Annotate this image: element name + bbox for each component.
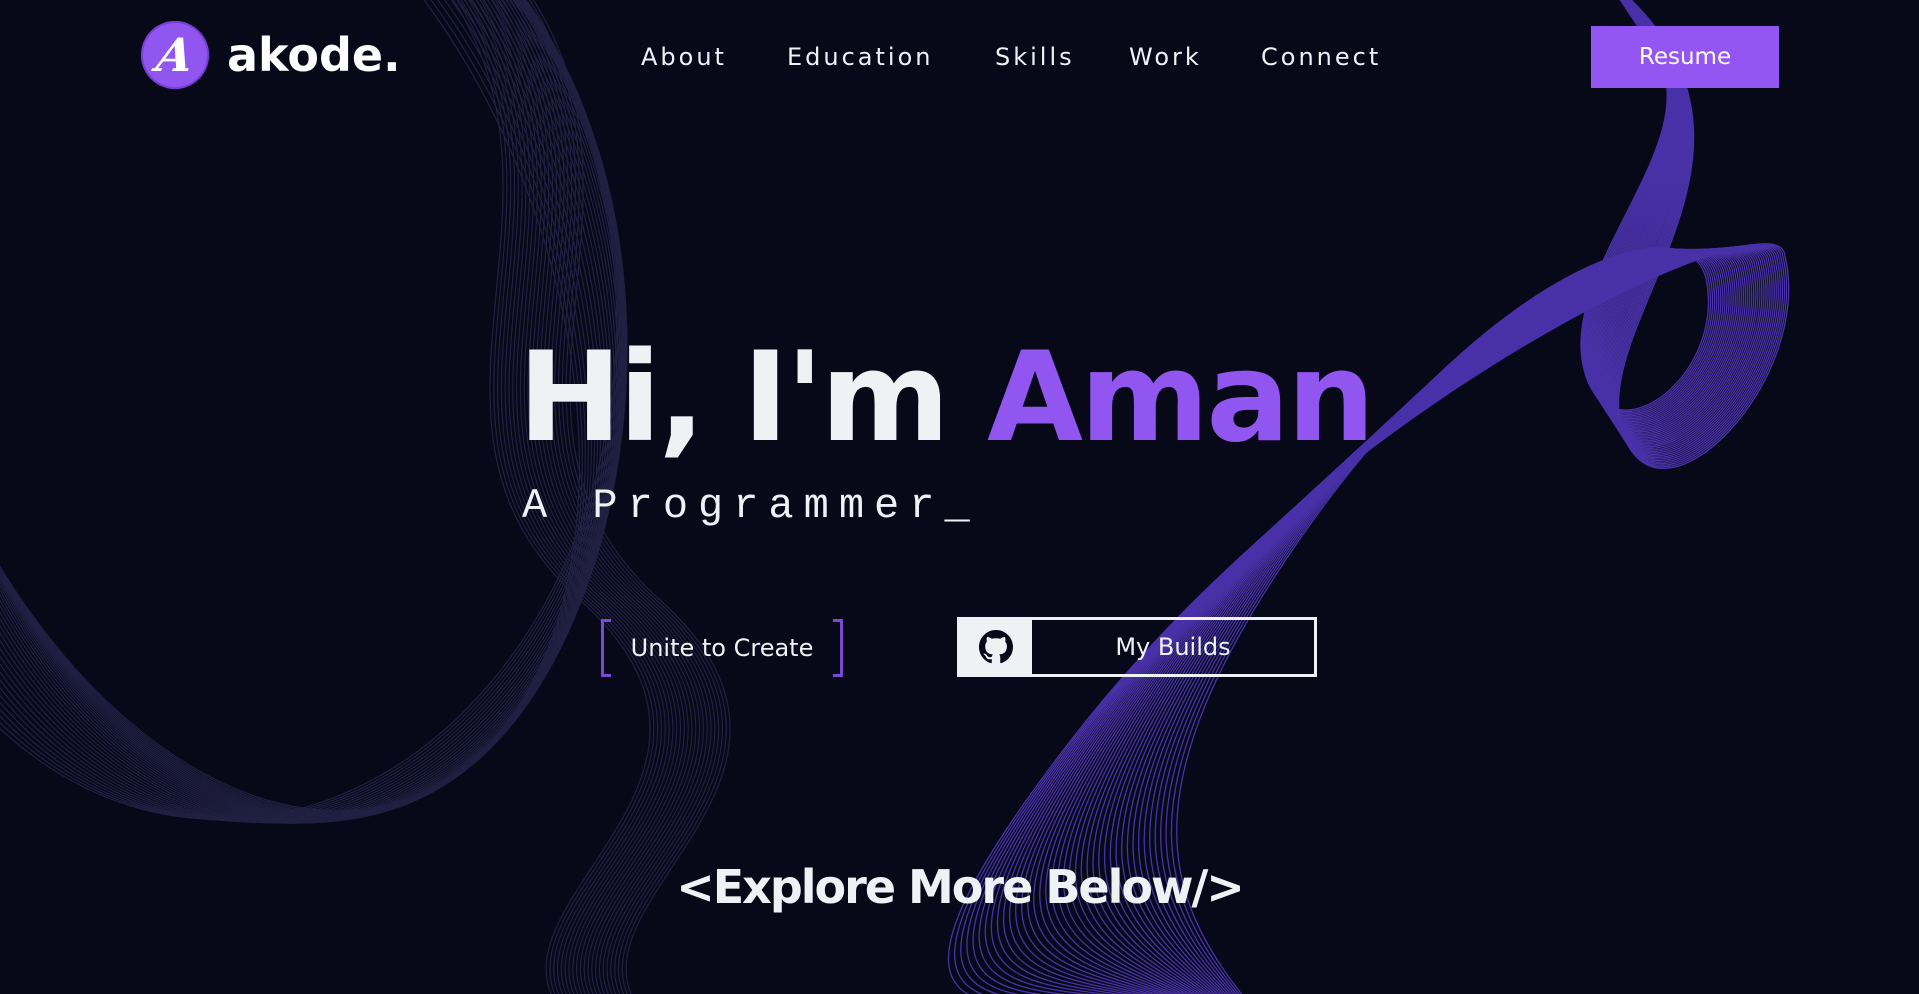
nav-skills[interactable]: Skills <box>995 40 1075 74</box>
logo-badge: A <box>141 21 209 89</box>
unite-label: Unite to Create <box>630 634 814 662</box>
builds-label: My Builds <box>1115 633 1231 661</box>
resume-button[interactable]: Resume <box>1591 26 1779 88</box>
page: A akode. About Education Skills Work Con… <box>0 0 1919 994</box>
logo-letter: A <box>153 28 197 82</box>
brand-name: akode. <box>227 28 401 82</box>
hero-role: A Programmer_ <box>522 482 980 530</box>
nav-education[interactable]: Education <box>787 40 933 74</box>
hero-title: Hi, I'm Aman <box>518 318 1375 478</box>
bracket-left <box>601 619 611 677</box>
logo[interactable]: A akode. <box>141 21 401 89</box>
hero-greeting: Hi, I'm <box>518 326 950 470</box>
github-icon <box>960 620 1032 674</box>
hero-name: Aman <box>987 326 1375 470</box>
nav-about[interactable]: About <box>641 40 727 74</box>
nav-work[interactable]: Work <box>1129 40 1202 74</box>
nav-connect[interactable]: Connect <box>1261 40 1381 74</box>
bracket-right <box>833 619 843 677</box>
unite-to-create-button[interactable]: Unite to Create <box>601 619 843 677</box>
my-builds-button[interactable]: My Builds <box>957 617 1317 677</box>
explore-more-hint: <Explore More Below/> <box>676 860 1245 914</box>
